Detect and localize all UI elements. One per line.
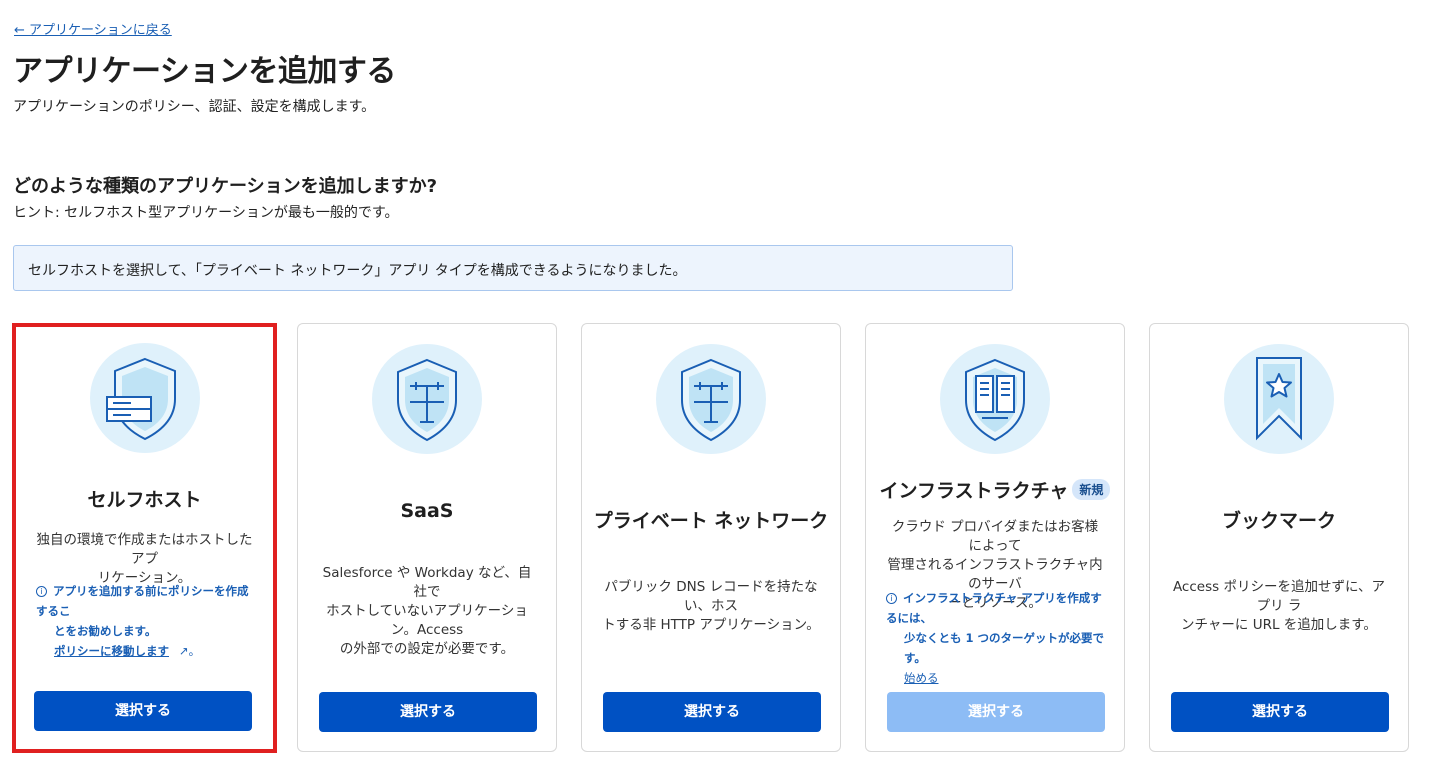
card-description: Access ポリシーを追加せずに、アプリ ラ ンチャーに URL を追加します…: [1172, 579, 1386, 633]
card-title: ブックマーク: [1221, 510, 1336, 532]
get-started-link[interactable]: 始める: [904, 671, 939, 685]
shield-network-icon: [372, 344, 482, 454]
section-question: どのような種類のアプリケーションを追加しますか?: [13, 176, 438, 197]
select-bookmark-button[interactable]: 選択する: [1171, 692, 1389, 732]
card-description: パブリック DNS レコードを持たない、ホス トする非 HTTP アプリケーショ…: [602, 579, 820, 633]
go-to-policies-link[interactable]: ポリシーに移動します: [54, 644, 169, 658]
section-hint: ヒント: セルフホスト型アプリケーションが最も一般的です。: [13, 205, 399, 221]
page-description: アプリケーションのポリシー、認証、設定を構成します。: [13, 99, 376, 115]
select-self-hosted-button[interactable]: 選択する: [34, 691, 252, 731]
card-saas[interactable]: SaaS Salesforce や Workday など、自社で ホストしていな…: [297, 323, 557, 752]
card-title: インフラストラクチャ 新規: [866, 476, 1124, 503]
select-infrastructure-button[interactable]: 選択する: [887, 692, 1105, 732]
shield-server-icon: [89, 343, 200, 453]
external-link-icon: ↗: [179, 644, 189, 658]
bookmark-star-icon: [1224, 344, 1334, 454]
target-requirement-note: i インフラストラクチャ アプリを作成するには、 少なくとも 1 つのターゲットが…: [886, 591, 1105, 685]
card-infrastructure[interactable]: インフラストラクチャ 新規 クラウド プロバイダまたはお客様によって 管理されるイ…: [865, 323, 1125, 752]
shield-network-icon: [656, 344, 766, 454]
card-description: 独自の環境で作成またはホストしたアプ リケーション。: [36, 532, 253, 586]
info-icon: i: [886, 593, 897, 604]
new-badge: 新規: [1072, 479, 1111, 500]
card-private-network[interactable]: プライベート ネットワーク パブリック DNS レコードを持たない、ホス トする…: [581, 323, 841, 752]
select-saas-button[interactable]: 選択する: [319, 692, 537, 732]
info-banner: セルフホストを選択して、「プライベート ネットワーク」アプリ タイプを構成できる…: [13, 245, 1013, 291]
card-description: Salesforce や Workday など、自社で ホストしていないアプリケ…: [322, 565, 532, 657]
select-private-network-button[interactable]: 選択する: [603, 692, 821, 732]
back-to-applications-link[interactable]: ← アプリケーションに戻る: [14, 19, 172, 38]
card-self-hosted[interactable]: セルフホスト 独自の環境で作成またはホストしたアプ リケーション。 i アプリを追…: [12, 323, 277, 753]
card-title: セルフホスト: [87, 489, 202, 511]
info-icon: i: [36, 586, 47, 597]
card-bookmark[interactable]: ブックマーク Access ポリシーを追加せずに、アプリ ラ ンチャーに URL…: [1149, 323, 1409, 752]
card-title: SaaS: [400, 500, 454, 522]
policy-recommendation-note: i アプリを追加する前にポリシーを作成するこ とをお勧めします。 ポリシーに移動し…: [36, 584, 249, 658]
page-title: アプリケーションを追加する: [13, 54, 396, 89]
shield-infrastructure-icon: [940, 344, 1050, 454]
card-title: プライベート ネットワーク: [593, 510, 829, 532]
info-banner-text: セルフホストを選択して、「プライベート ネットワーク」アプリ タイプを構成できる…: [28, 263, 687, 279]
